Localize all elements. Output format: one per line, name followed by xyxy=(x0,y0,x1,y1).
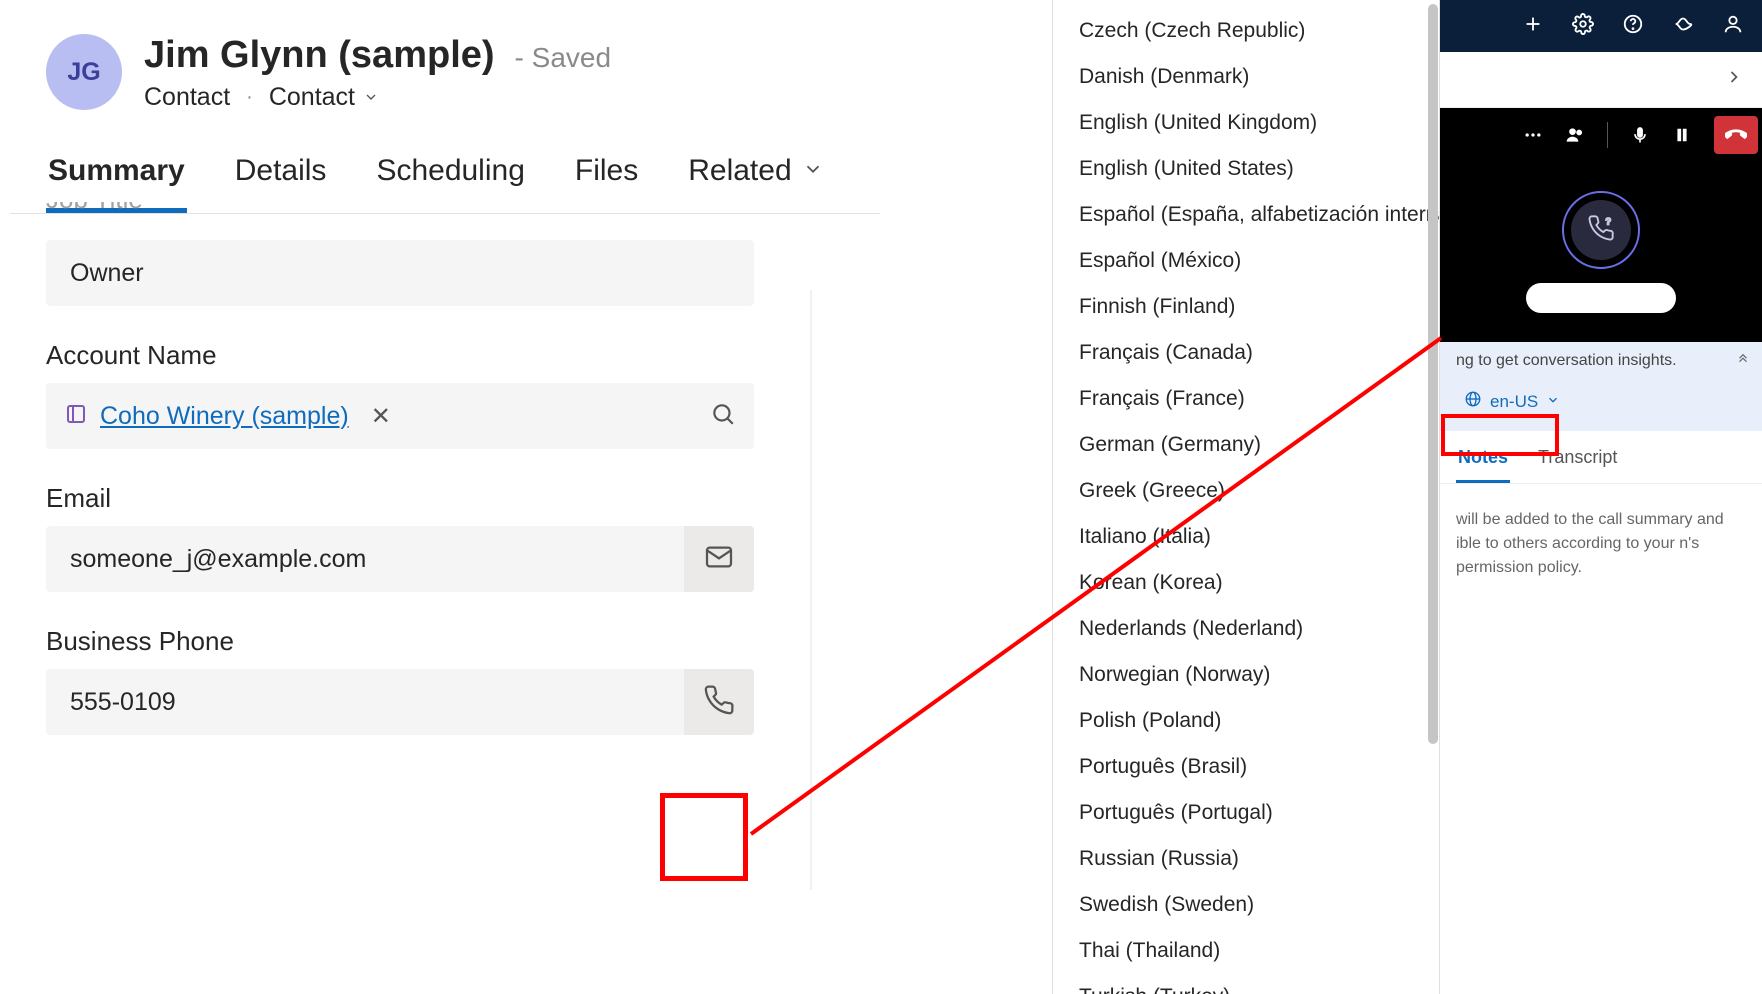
chevron-down-icon xyxy=(363,83,379,112)
chevron-right-icon[interactable] xyxy=(1724,67,1744,92)
caller-avatar: ? xyxy=(1571,200,1631,260)
language-option[interactable]: Français (Canada) xyxy=(1053,330,1439,376)
account-name-label: Account Name xyxy=(46,340,844,371)
language-option[interactable]: Polish (Poland) xyxy=(1053,698,1439,744)
contact-record-panel: JG Jim Glynn (sample) - Saved Contact · … xyxy=(10,6,880,735)
phone-icon xyxy=(703,684,735,721)
business-phone-label: Business Phone xyxy=(46,626,844,657)
send-email-button[interactable] xyxy=(684,526,754,592)
phone-question-icon: ? xyxy=(1587,214,1615,247)
language-option[interactable]: Finnish (Finland) xyxy=(1053,284,1439,330)
add-button[interactable] xyxy=(1522,13,1544,40)
scrollbar-thumb[interactable] xyxy=(1428,4,1438,744)
language-option[interactable]: Português (Brasil) xyxy=(1053,744,1439,790)
email-field[interactable]: someone_j@example.com xyxy=(46,526,684,592)
language-option[interactable]: German (Germany) xyxy=(1053,422,1439,468)
separator xyxy=(1607,122,1608,148)
language-option[interactable]: Italiano (Italia) xyxy=(1053,514,1439,560)
notes-permission-hint: will be added to the call summary and ib… xyxy=(1440,484,1762,604)
title-line: Jim Glynn (sample) - Saved xyxy=(144,34,611,77)
breadcrumb-separator: · xyxy=(246,86,253,109)
chevron-down-icon xyxy=(802,154,824,188)
settings-button[interactable] xyxy=(1572,13,1594,40)
phone-field-row: 555-0109 xyxy=(46,669,754,735)
language-option[interactable]: Español (México) xyxy=(1053,238,1439,284)
language-option[interactable]: Español (España, alfabetización internac… xyxy=(1053,192,1439,238)
language-dropdown[interactable]: Czech (Czech Republic)Danish (Denmark)En… xyxy=(1052,0,1440,994)
caller-name-redacted xyxy=(1526,283,1676,313)
form-selector[interactable]: Contact xyxy=(269,83,379,112)
tab-related-label: Related xyxy=(688,154,791,188)
call-panel: ? ng to get conversation insights. en-US… xyxy=(1440,108,1762,604)
account-lookup-chip: Coho Winery (sample) ✕ xyxy=(64,402,391,431)
panel-collapse-bar xyxy=(1440,52,1762,108)
language-option[interactable]: Czech (Czech Republic) xyxy=(1053,8,1439,54)
avatar: JG xyxy=(46,34,122,110)
job-title-label-cut: Job Title xyxy=(46,202,844,222)
language-option[interactable]: Français (France) xyxy=(1053,376,1439,422)
language-option[interactable]: English (United States) xyxy=(1053,146,1439,192)
entity-name: Contact xyxy=(144,83,230,112)
language-option[interactable]: Turkish (Turkey) xyxy=(1053,974,1439,994)
language-option[interactable]: Korean (Korea) xyxy=(1053,560,1439,606)
job-title-field[interactable]: Owner xyxy=(46,240,754,306)
hang-up-button[interactable] xyxy=(1714,116,1758,154)
call-panel-tabs: Notes Transcript xyxy=(1440,431,1762,484)
participants-button[interactable] xyxy=(1565,125,1585,145)
email-label: Email xyxy=(46,483,844,514)
language-option[interactable]: English (United Kingdom) xyxy=(1053,100,1439,146)
conversation-insights-bar: ng to get conversation insights. xyxy=(1440,342,1762,380)
globe-icon xyxy=(1464,390,1482,413)
language-option[interactable]: Nederlands (Nederland) xyxy=(1053,606,1439,652)
divider xyxy=(810,290,812,890)
annotation-highlight-call-button xyxy=(660,793,748,881)
language-selector-label: en-US xyxy=(1490,392,1538,412)
mute-button[interactable] xyxy=(1630,125,1650,145)
record-header: JG Jim Glynn (sample) - Saved Contact · … xyxy=(10,6,880,132)
language-option[interactable]: Thai (Thailand) xyxy=(1053,928,1439,974)
language-option[interactable]: Swedish (Sweden) xyxy=(1053,882,1439,928)
caller-avatar-ring: ? xyxy=(1562,191,1640,269)
call-body: ? xyxy=(1440,162,1762,342)
help-button[interactable] xyxy=(1622,13,1644,40)
language-option[interactable]: Norwegian (Norway) xyxy=(1053,652,1439,698)
language-option[interactable]: Greek (Greece) xyxy=(1053,468,1439,514)
tab-notes[interactable]: Notes xyxy=(1456,441,1510,483)
record-title: Jim Glynn (sample) xyxy=(144,34,495,77)
form-fields-area: Job Title Owner Account Name Coho Winery… xyxy=(10,202,880,735)
more-options-button[interactable] xyxy=(1523,125,1543,145)
language-selector-bar: en-US xyxy=(1440,380,1762,431)
language-option[interactable]: Danish (Denmark) xyxy=(1053,54,1439,100)
insights-text: ng to get conversation insights. xyxy=(1456,352,1677,370)
mail-icon xyxy=(703,541,735,578)
collapse-insights-button[interactable] xyxy=(1736,350,1750,369)
email-field-row: someone_j@example.com xyxy=(46,526,754,592)
header-breadcrumb: Contact · Contact xyxy=(144,83,611,112)
app-top-bar xyxy=(1440,0,1762,52)
hold-button[interactable] xyxy=(1672,125,1692,145)
language-list: Czech (Czech Republic)Danish (Denmark)En… xyxy=(1053,0,1439,994)
clear-lookup-button[interactable]: ✕ xyxy=(371,402,391,431)
profile-button[interactable] xyxy=(1722,13,1744,40)
form-selector-label: Contact xyxy=(269,83,355,112)
language-option[interactable]: Português (Portugal) xyxy=(1053,790,1439,836)
call-control-bar xyxy=(1440,108,1762,162)
account-name-lookup[interactable]: Coho Winery (sample) ✕ xyxy=(46,383,754,449)
language-option[interactable]: Russian (Russia) xyxy=(1053,836,1439,882)
business-phone-field[interactable]: 555-0109 xyxy=(46,669,684,735)
lookup-search-button[interactable] xyxy=(710,401,736,432)
assistant-button[interactable] xyxy=(1672,13,1694,40)
scrollbar[interactable] xyxy=(1428,4,1438,764)
account-entity-icon xyxy=(64,402,88,431)
language-selector[interactable]: en-US xyxy=(1456,386,1568,417)
svg-text:?: ? xyxy=(1606,216,1611,226)
chevron-down-icon xyxy=(1546,392,1560,412)
header-title-block: Jim Glynn (sample) - Saved Contact · Con… xyxy=(144,34,611,112)
account-link[interactable]: Coho Winery (sample) xyxy=(100,402,349,431)
tab-transcript[interactable]: Transcript xyxy=(1536,441,1619,483)
call-button[interactable] xyxy=(684,669,754,735)
save-status: - Saved xyxy=(515,42,612,74)
